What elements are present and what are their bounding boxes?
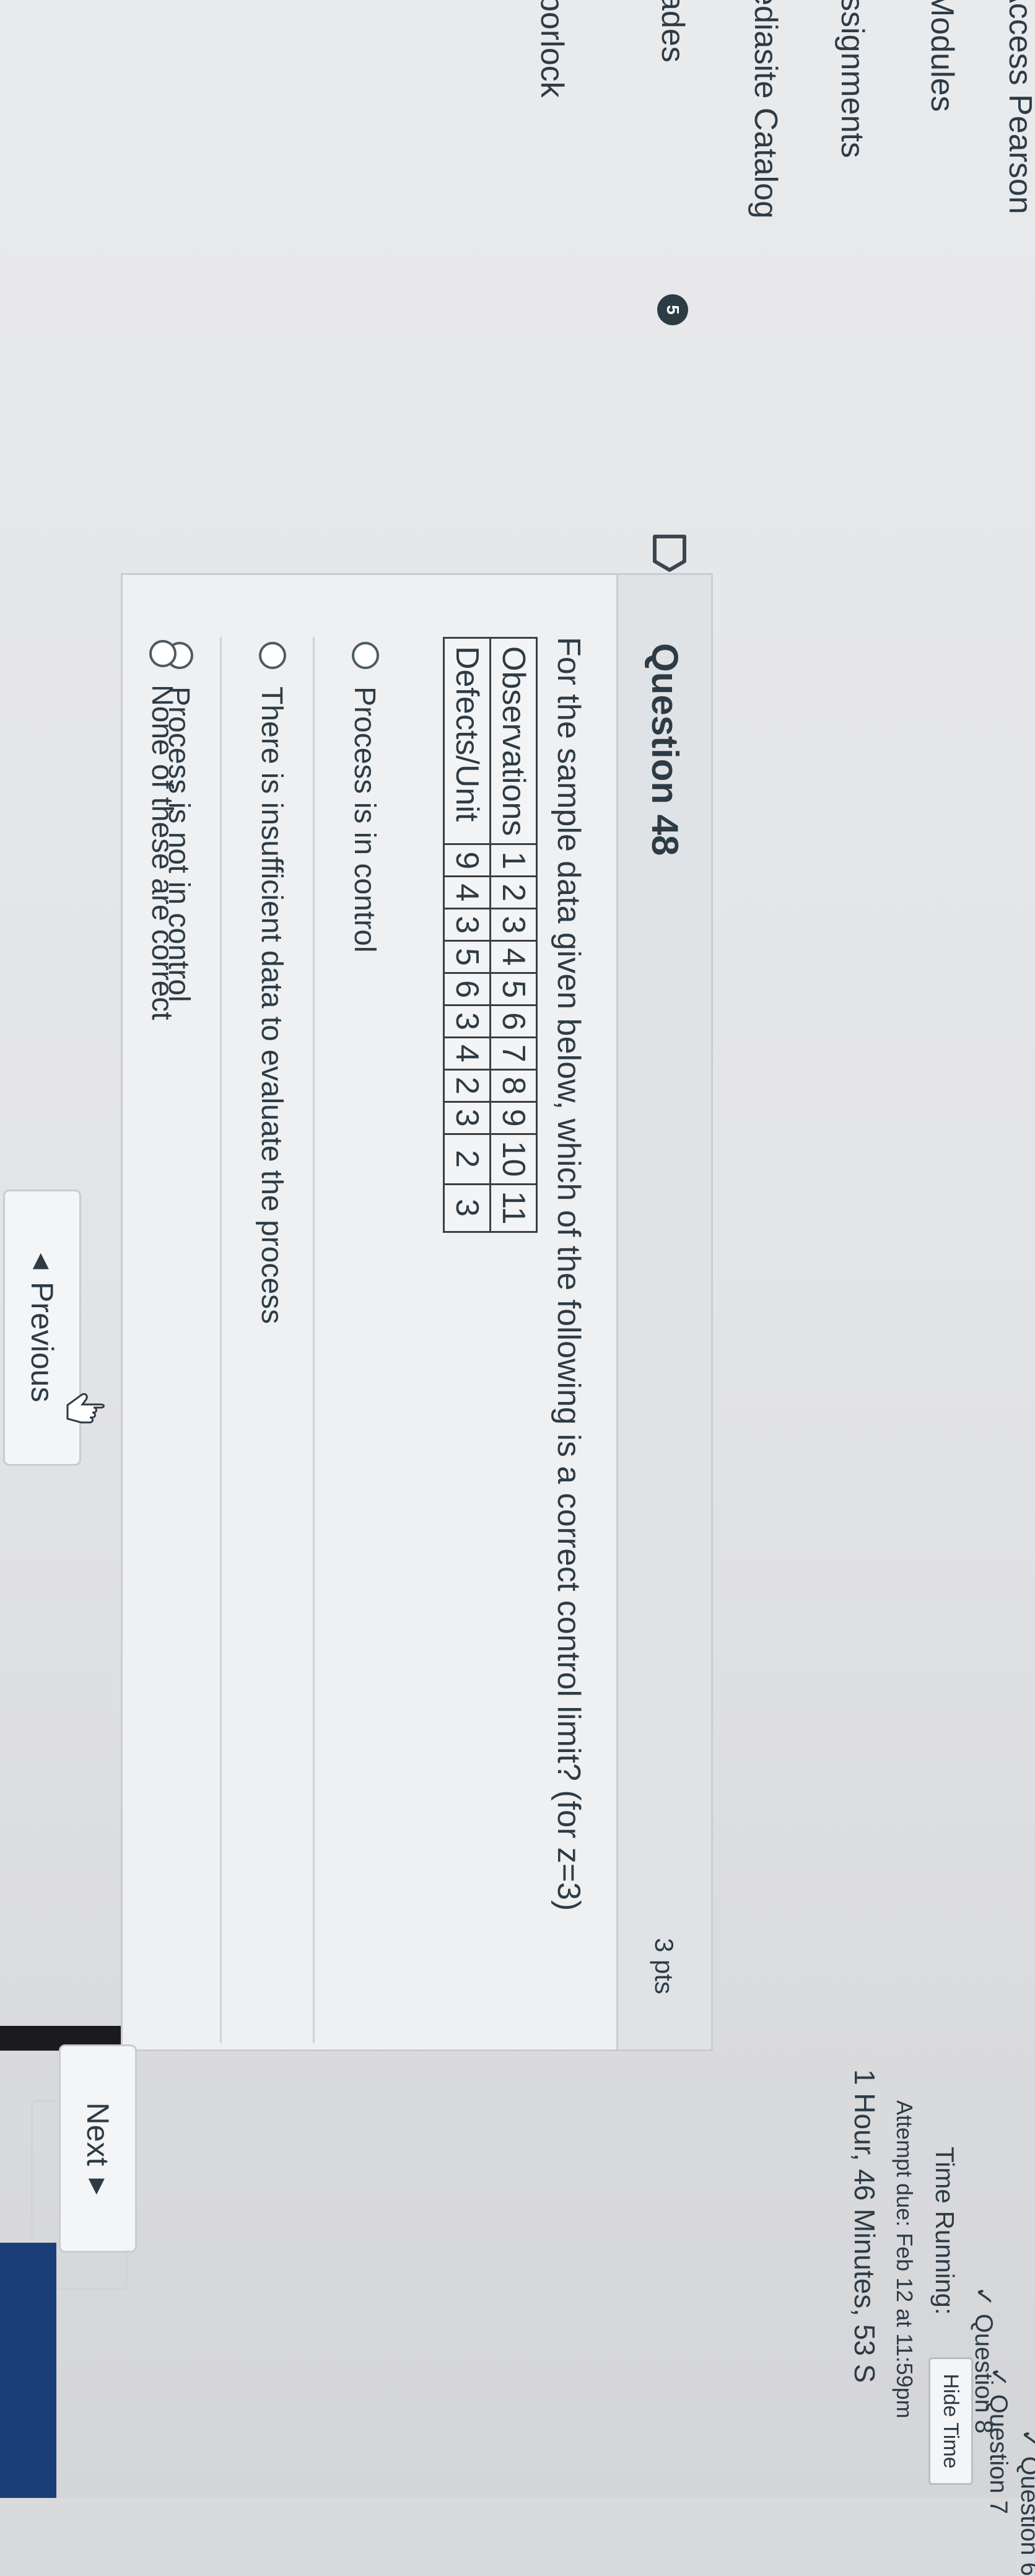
- table-row: Observations 1 2 3 4 5 6 7 8 9 10 11: [490, 637, 537, 1232]
- row-label-defects-per-unit: Defects/Unit: [443, 637, 491, 844]
- nav-item-access-pearson[interactable]: Access Pearson: [1002, 0, 1035, 214]
- quiz-page: Access Pearson Modules ssignments ediasi…: [0, 0, 1035, 2576]
- radio-button[interactable]: [149, 640, 177, 667]
- table-cell: 11: [490, 1184, 537, 1232]
- question-link-8[interactable]: ✓ Question 8: [969, 2286, 998, 2434]
- answer-option[interactable]: None of these are correct: [112, 635, 205, 1564]
- nav-item-honorlock[interactable]: borlock: [533, 0, 570, 98]
- course-navigation: Access Pearson Modules ssignments ediasi…: [0, 0, 1035, 347]
- table-cell: 1: [490, 844, 537, 877]
- table-cell: 3: [443, 1184, 491, 1232]
- table-cell: 2: [443, 1134, 491, 1185]
- table-cell: 4: [490, 940, 537, 973]
- question-card: Question 48 3 pts For the sample data gi…: [121, 573, 713, 2051]
- table-cell: 7: [490, 1037, 537, 1070]
- caret-left-icon: ◀: [30, 1253, 54, 1269]
- previous-button-label: Previous: [25, 1281, 59, 1403]
- table-cell: 4: [443, 876, 491, 909]
- radio-button[interactable]: [259, 642, 286, 669]
- question-points: 3 pts: [650, 1938, 679, 1995]
- nav-item-mediasite-catalog[interactable]: ediasite Catalog: [747, 0, 784, 219]
- taskbar-edge: [0, 2243, 56, 2498]
- next-button-label: Next: [81, 2102, 115, 2166]
- data-table: Observations 1 2 3 4 5 6 7 8 9 10 11 Def…: [443, 637, 538, 1233]
- nav-item-assignments[interactable]: ssignments: [834, 0, 871, 158]
- question-text: For the sample data given below, which o…: [551, 637, 587, 1911]
- table-cell: 4: [443, 1037, 491, 1070]
- answer-option[interactable]: Process is in control: [313, 637, 408, 2043]
- answer-label: Process is in control: [348, 686, 381, 953]
- hide-time-button[interactable]: Hide Time: [928, 2357, 973, 2485]
- grades-count-badge: 5: [657, 294, 688, 325]
- next-button[interactable]: Next ▶: [59, 2044, 137, 2253]
- check-icon: ✓: [1016, 2429, 1035, 2456]
- answer-option[interactable]: There is insufficient data to evaluate t…: [220, 637, 315, 2043]
- table-cell: 9: [443, 844, 491, 877]
- question-link-6[interactable]: ✓ Question 6: [1015, 2429, 1035, 2576]
- question-link-label: Question 8: [970, 2313, 997, 2434]
- table-cell: 5: [443, 940, 491, 973]
- table-cell: 6: [443, 973, 491, 1005]
- nav-item-modules[interactable]: Modules: [924, 0, 961, 112]
- time-remaining: 1 Hour, 46 Minutes, 53 S: [849, 2069, 881, 2383]
- question-header: Question 48 3 pts: [616, 575, 711, 2049]
- table-cell: 6: [490, 1005, 537, 1038]
- time-running-label: Time Running:: [930, 2147, 959, 2315]
- table-cell: 3: [490, 908, 537, 941]
- table-cell: 2: [490, 876, 537, 909]
- answer-label: There is insufficient data to evaluate t…: [255, 686, 288, 1325]
- answer-label: None of these are correct: [146, 685, 178, 1020]
- table-cell: 2: [443, 1069, 491, 1102]
- table-cell: 3: [443, 1005, 491, 1038]
- table-row: Defects/Unit 9 4 3 5 6 3 4 2 3 2 3: [443, 637, 491, 1232]
- nav-item-grades[interactable]: ades: [654, 0, 691, 63]
- hand-cursor-icon: [66, 1393, 105, 1424]
- flag-question-icon[interactable]: [626, 532, 688, 575]
- radio-button[interactable]: [352, 642, 379, 669]
- table-cell: 5: [490, 973, 537, 1005]
- table-cell: 3: [443, 1102, 491, 1134]
- table-cell: 9: [490, 1102, 537, 1134]
- question-link-label: Question 6: [1016, 2456, 1035, 2576]
- caret-right-icon: ▶: [86, 2178, 110, 2195]
- row-label-observations: Observations: [490, 637, 537, 844]
- table-cell: 10: [490, 1134, 537, 1185]
- attempt-due-date: Attempt due: Feb 12 at 11:59pm: [892, 2100, 917, 2419]
- table-cell: 8: [490, 1069, 537, 1102]
- table-cell: 3: [443, 908, 491, 941]
- question-title: Question 48: [644, 643, 686, 856]
- check-icon: ✓: [970, 2286, 997, 2314]
